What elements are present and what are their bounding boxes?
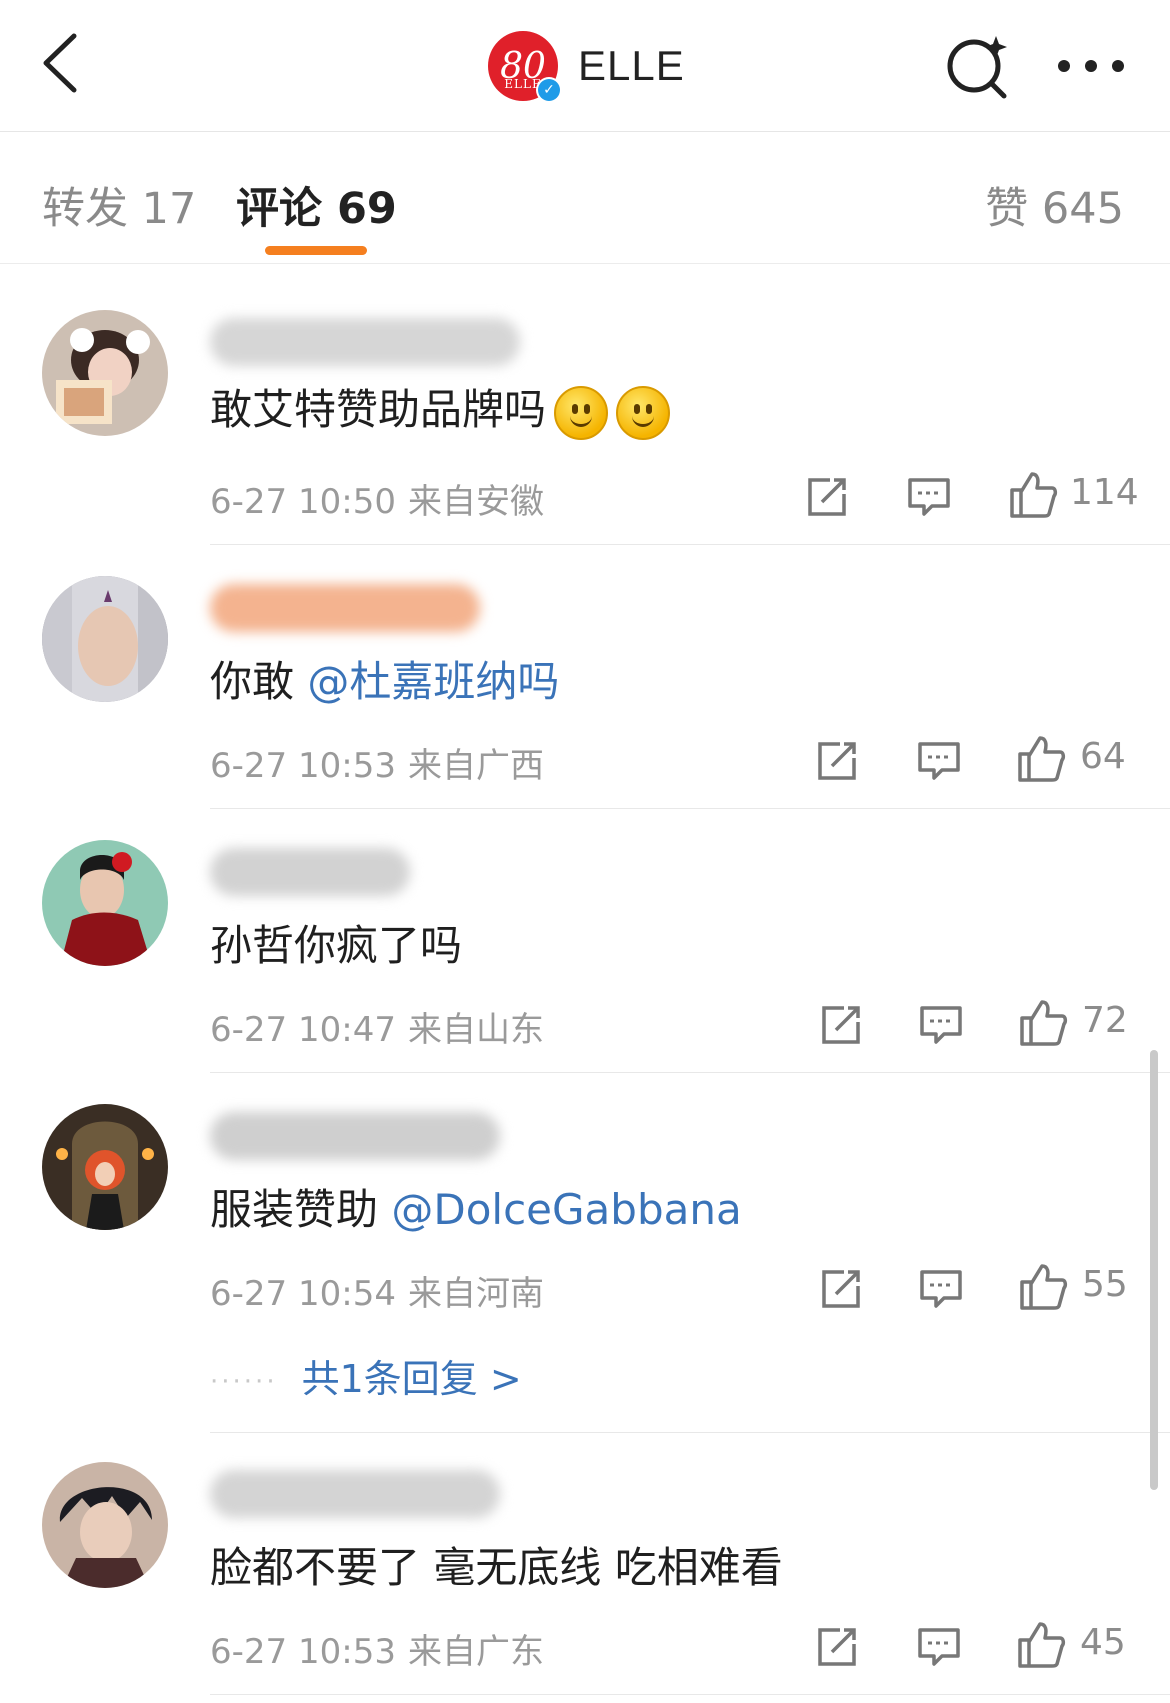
repost-icon[interactable] <box>814 738 860 784</box>
username-blurred[interactable] <box>210 848 410 896</box>
like-count: 64 <box>1080 736 1126 777</box>
avatar[interactable] <box>42 310 168 436</box>
thumbs-up-icon[interactable] <box>1008 470 1058 520</box>
username-blurred[interactable] <box>210 318 520 366</box>
tab-bar: 转发 17 评论 69 赞 645 <box>0 132 1170 264</box>
divider <box>210 1072 1170 1073</box>
like-count: 114 <box>1070 472 1139 513</box>
comment-text: 你敢 @杜嘉班纳吗 <box>210 657 560 706</box>
comment-meta: 6-27 10:53 来自广西 <box>210 738 544 787</box>
thumbs-up-icon[interactable] <box>1016 1620 1066 1670</box>
top-bar: 80 ELLE ✓ ELLE <box>0 0 1170 132</box>
smile-emoji-icon <box>554 385 609 440</box>
divider <box>210 544 1170 545</box>
thumbs-up-icon[interactable] <box>1018 1262 1068 1312</box>
tab-reposts[interactable]: 转发 17 <box>42 174 196 236</box>
repost-icon[interactable] <box>818 1002 864 1048</box>
sparkle-search-icon[interactable] <box>944 32 1014 102</box>
username-blurred[interactable] <box>210 1112 500 1160</box>
brand-logo[interactable]: 80 ELLE ✓ <box>488 31 562 103</box>
comment-time: 6-27 10:47 <box>210 1010 396 1050</box>
username-blurred[interactable] <box>210 584 480 632</box>
account-header[interactable]: 80 ELLE ✓ ELLE <box>488 30 685 103</box>
comment-icon[interactable] <box>916 738 962 784</box>
divider <box>210 808 1170 809</box>
thumbs-up-icon[interactable] <box>1016 734 1066 784</box>
like-count: 55 <box>1082 1264 1128 1305</box>
comment-text: 敢艾特赞助品牌吗 <box>210 376 671 440</box>
like-count: 72 <box>1082 1000 1128 1041</box>
mention-link[interactable]: @DolceGabbana <box>391 1185 741 1234</box>
avatar[interactable] <box>42 1462 168 1588</box>
tab-comments[interactable]: 评论 69 <box>236 174 397 236</box>
comment-text: 孙哲你疯了吗 <box>210 921 463 970</box>
avatar[interactable] <box>42 840 168 966</box>
comment-icon[interactable] <box>916 1624 962 1670</box>
smile-emoji-icon <box>616 385 671 440</box>
mention-link[interactable]: @杜嘉班纳吗 <box>307 657 559 706</box>
comment-icon[interactable] <box>918 1002 964 1048</box>
comment-icon[interactable] <box>906 474 952 520</box>
verified-badge-icon: ✓ <box>536 77 562 103</box>
view-replies-link[interactable]: ······ 共1条回复 > <box>210 1348 522 1403</box>
comment-location: 来自广西 <box>407 746 544 786</box>
comment-meta: 6-27 10:50 来自安徽 <box>210 474 544 523</box>
repost-icon[interactable] <box>814 1624 860 1670</box>
active-tab-indicator <box>265 246 367 255</box>
comment-time: 6-27 10:53 <box>210 746 396 786</box>
scrollbar[interactable] <box>1150 1050 1158 1490</box>
comment-meta: 6-27 10:47 来自山东 <box>210 1002 544 1051</box>
comment-time: 6-27 10:54 <box>210 1274 396 1314</box>
comment-location: 来自河南 <box>407 1274 544 1314</box>
tab-likes[interactable]: 赞 645 <box>985 174 1124 236</box>
more-dots-icon[interactable] <box>1054 44 1128 88</box>
comment-location: 来自安徽 <box>407 482 544 522</box>
comment-text: 服装赞助 @DolceGabbana <box>210 1185 742 1234</box>
comment-time: 6-27 10:53 <box>210 1632 396 1672</box>
username-blurred[interactable] <box>210 1470 500 1518</box>
comment-location: 来自山东 <box>407 1010 544 1050</box>
comment-meta: 6-27 10:54 来自河南 <box>210 1266 544 1315</box>
chevron-left-icon[interactable] <box>30 28 100 98</box>
like-count: 45 <box>1080 1622 1126 1663</box>
comment-icon[interactable] <box>918 1266 964 1312</box>
comment-location: 来自广东 <box>407 1632 544 1672</box>
thumbs-up-icon[interactable] <box>1018 998 1068 1048</box>
comment-time: 6-27 10:50 <box>210 482 396 522</box>
avatar[interactable] <box>42 576 168 702</box>
comment-meta: 6-27 10:53 来自广东 <box>210 1624 544 1673</box>
comment-text: 脸都不要了 毫无底线 吃相难看 <box>210 1543 783 1592</box>
divider <box>210 1432 1170 1433</box>
divider <box>210 1694 1170 1695</box>
avatar[interactable] <box>42 1104 168 1230</box>
repost-icon[interactable] <box>804 474 850 520</box>
repost-icon[interactable] <box>818 1266 864 1312</box>
account-name: ELLE <box>578 42 685 89</box>
